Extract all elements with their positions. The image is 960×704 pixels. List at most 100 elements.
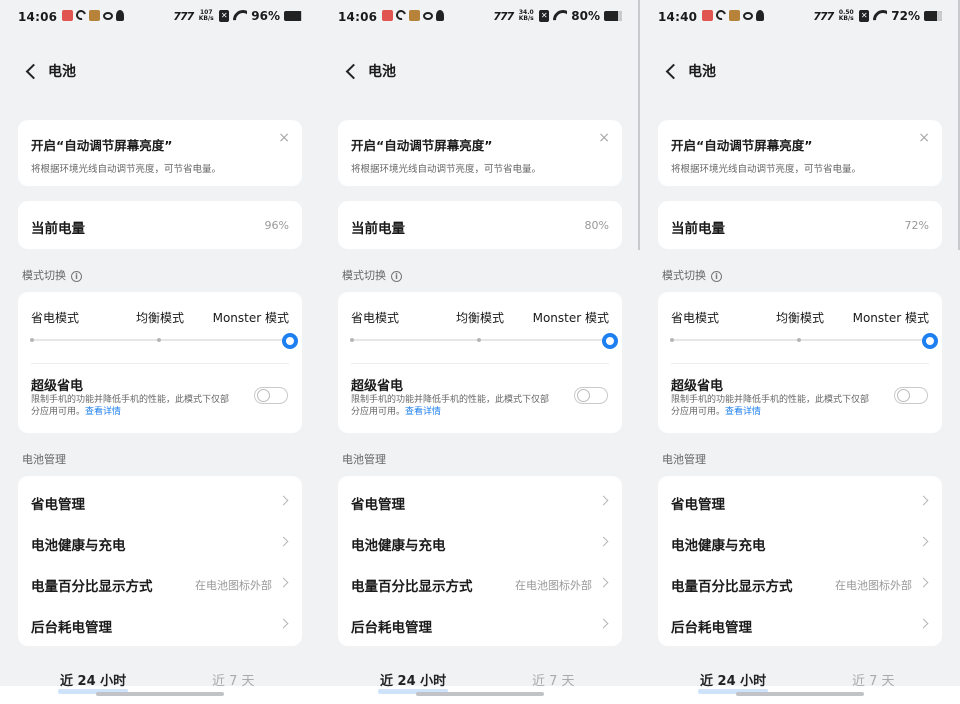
- tab-24-hours[interactable]: 近 24 小时: [378, 670, 449, 694]
- signal-icon: 777: [493, 9, 514, 23]
- chevron-right-icon: [598, 618, 609, 629]
- super-saver-toggle[interactable]: [574, 387, 608, 404]
- current-battery-card: 当前电量 72%: [658, 201, 942, 249]
- battery-percentage-display-item[interactable]: 电量百分比显示方式 在电池图标外部: [658, 562, 942, 603]
- tip-subtitle: 将根据环境光线自动调节亮度，可节省电量。: [671, 164, 862, 175]
- back-arrow-icon[interactable]: [660, 60, 682, 82]
- super-saver-toggle[interactable]: [894, 387, 928, 404]
- view-details-link[interactable]: 查看详情: [405, 407, 441, 417]
- eye-icon: [423, 12, 433, 20]
- system-icons: 777 34.0 KB/s ✕ 80%: [493, 9, 622, 23]
- mode-slider-track[interactable]: [30, 338, 289, 342]
- battery-health-charging-item[interactable]: 电池健康与充电: [658, 521, 942, 562]
- power-saving-mode-option[interactable]: 省电模式: [351, 309, 399, 326]
- chevron-right-icon: [918, 495, 929, 506]
- info-icon[interactable]: i: [71, 271, 82, 282]
- list-item-value: 在电池图标外部: [515, 579, 592, 592]
- balanced-mode-option[interactable]: 均衡模式: [456, 309, 504, 326]
- notification-icons: [62, 8, 124, 22]
- wifi-icon: [553, 10, 567, 22]
- mode-slider-track[interactable]: [350, 338, 609, 342]
- sim-icon: ✕: [539, 10, 550, 22]
- tip-subtitle: 将根据环境光线自动调节亮度，可节省电量。: [351, 164, 542, 175]
- mode-slider-track[interactable]: [670, 338, 929, 342]
- battery-percent: 96%: [251, 9, 280, 23]
- balanced-mode-option[interactable]: 均衡模式: [136, 309, 184, 326]
- list-item-label: 电池健康与充电: [31, 538, 126, 554]
- tab-24-hours[interactable]: 近 24 小时: [698, 670, 769, 694]
- close-icon[interactable]: ×: [598, 131, 610, 145]
- balanced-mode-option[interactable]: 均衡模式: [776, 309, 824, 326]
- battery-percent: 80%: [571, 9, 600, 23]
- current-battery-card: 当前电量 96%: [18, 201, 302, 249]
- tab-7-days[interactable]: 近 7 天: [532, 670, 575, 689]
- power-saving-mode-option[interactable]: 省电模式: [671, 309, 719, 326]
- close-icon[interactable]: ×: [278, 131, 290, 145]
- mode-slider-knob[interactable]: [922, 333, 938, 349]
- tab-label: 近 24 小时: [60, 674, 127, 689]
- home-indicator[interactable]: [96, 692, 224, 696]
- page-title: 电池: [368, 64, 396, 80]
- list-item-label: 省电管理: [31, 497, 85, 513]
- game-notification-icon: [729, 10, 740, 21]
- tab-7-days[interactable]: 近 7 天: [852, 670, 895, 689]
- page-header: 电池: [340, 60, 396, 82]
- home-indicator[interactable]: [416, 692, 544, 696]
- monster-mode-option[interactable]: Monster 模式: [853, 309, 929, 326]
- eye-icon: [743, 12, 753, 20]
- power-saving-management-item[interactable]: 省电管理: [338, 480, 622, 521]
- battery-icon: [284, 11, 302, 21]
- battery-management-card: 省电管理 电池健康与充电 电量百分比显示方式 在电池图标外部 后台耗电管理: [18, 476, 302, 646]
- tip-subtitle: 将根据环境光线自动调节亮度，可节省电量。: [31, 164, 222, 175]
- app-notification-icon: [702, 10, 713, 21]
- battery-percent: 72%: [891, 9, 920, 23]
- close-icon[interactable]: ×: [918, 131, 930, 145]
- current-battery-card: 当前电量 80%: [338, 201, 622, 249]
- status-bar: 14:06 777 107 KB/s ✕ 96%: [18, 8, 302, 27]
- chevron-right-icon: [278, 577, 289, 588]
- super-saver-description: 限制手机的功能并降低手机的性能，此模式下仅部分应用可用。查看详情: [671, 394, 876, 418]
- tab-24-hours[interactable]: 近 24 小时: [58, 670, 129, 694]
- network-speed-unit: KB/s: [198, 15, 214, 22]
- slider-stop-left: [30, 338, 34, 342]
- list-item-label: 省电管理: [351, 497, 405, 513]
- list-item-label: 电池健康与充电: [671, 538, 766, 554]
- power-saving-mode-option[interactable]: 省电模式: [31, 309, 79, 326]
- sync-icon: [74, 8, 88, 22]
- mode-slider-knob[interactable]: [602, 333, 618, 349]
- home-indicator[interactable]: [736, 692, 864, 696]
- tip-title: 开启“自动调节屏幕亮度”: [671, 138, 813, 153]
- back-arrow-icon[interactable]: [340, 60, 362, 82]
- info-icon[interactable]: i: [711, 271, 722, 282]
- super-saver-title: 超级省电: [671, 379, 724, 394]
- tab-7-days[interactable]: 近 7 天: [212, 670, 255, 689]
- brightness-tip-card[interactable]: 开启“自动调节屏幕亮度” 将根据环境光线自动调节亮度，可节省电量。 ×: [658, 120, 942, 186]
- tab-label: 近 24 小时: [380, 674, 447, 689]
- back-arrow-icon[interactable]: [20, 60, 42, 82]
- monster-mode-option[interactable]: Monster 模式: [213, 309, 289, 326]
- super-saver-toggle[interactable]: [254, 387, 288, 404]
- chevron-right-icon: [918, 577, 929, 588]
- brightness-tip-card[interactable]: 开启“自动调节屏幕亮度” 将根据环境光线自动调节亮度，可节省电量。 ×: [18, 120, 302, 186]
- background-power-management-item[interactable]: 后台耗电管理: [338, 603, 622, 644]
- battery-health-charging-item[interactable]: 电池健康与充电: [18, 521, 302, 562]
- monster-mode-option[interactable]: Monster 模式: [533, 309, 609, 326]
- list-item-label: 省电管理: [671, 497, 725, 513]
- mode-section-header: 模式切换 i: [22, 267, 82, 283]
- battery-percentage-display-item[interactable]: 电量百分比显示方式 在电池图标外部: [338, 562, 622, 603]
- bulb-icon: [756, 10, 764, 21]
- brightness-tip-card[interactable]: 开启“自动调节屏幕亮度” 将根据环境光线自动调节亮度，可节省电量。 ×: [338, 120, 622, 186]
- background-power-management-item[interactable]: 后台耗电管理: [18, 603, 302, 644]
- mode-slider-knob[interactable]: [282, 333, 298, 349]
- power-saving-management-item[interactable]: 省电管理: [18, 480, 302, 521]
- battery-management-label: 电池管理: [662, 453, 706, 466]
- background-power-management-item[interactable]: 后台耗电管理: [658, 603, 942, 644]
- view-details-link[interactable]: 查看详情: [85, 407, 121, 417]
- view-details-link[interactable]: 查看详情: [725, 407, 761, 417]
- info-icon[interactable]: i: [391, 271, 402, 282]
- list-item-label: 后台耗电管理: [31, 620, 112, 636]
- battery-health-charging-item[interactable]: 电池健康与充电: [338, 521, 622, 562]
- power-saving-management-item[interactable]: 省电管理: [658, 480, 942, 521]
- network-speed-unit: KB/s: [518, 15, 534, 22]
- battery-percentage-display-item[interactable]: 电量百分比显示方式 在电池图标外部: [18, 562, 302, 603]
